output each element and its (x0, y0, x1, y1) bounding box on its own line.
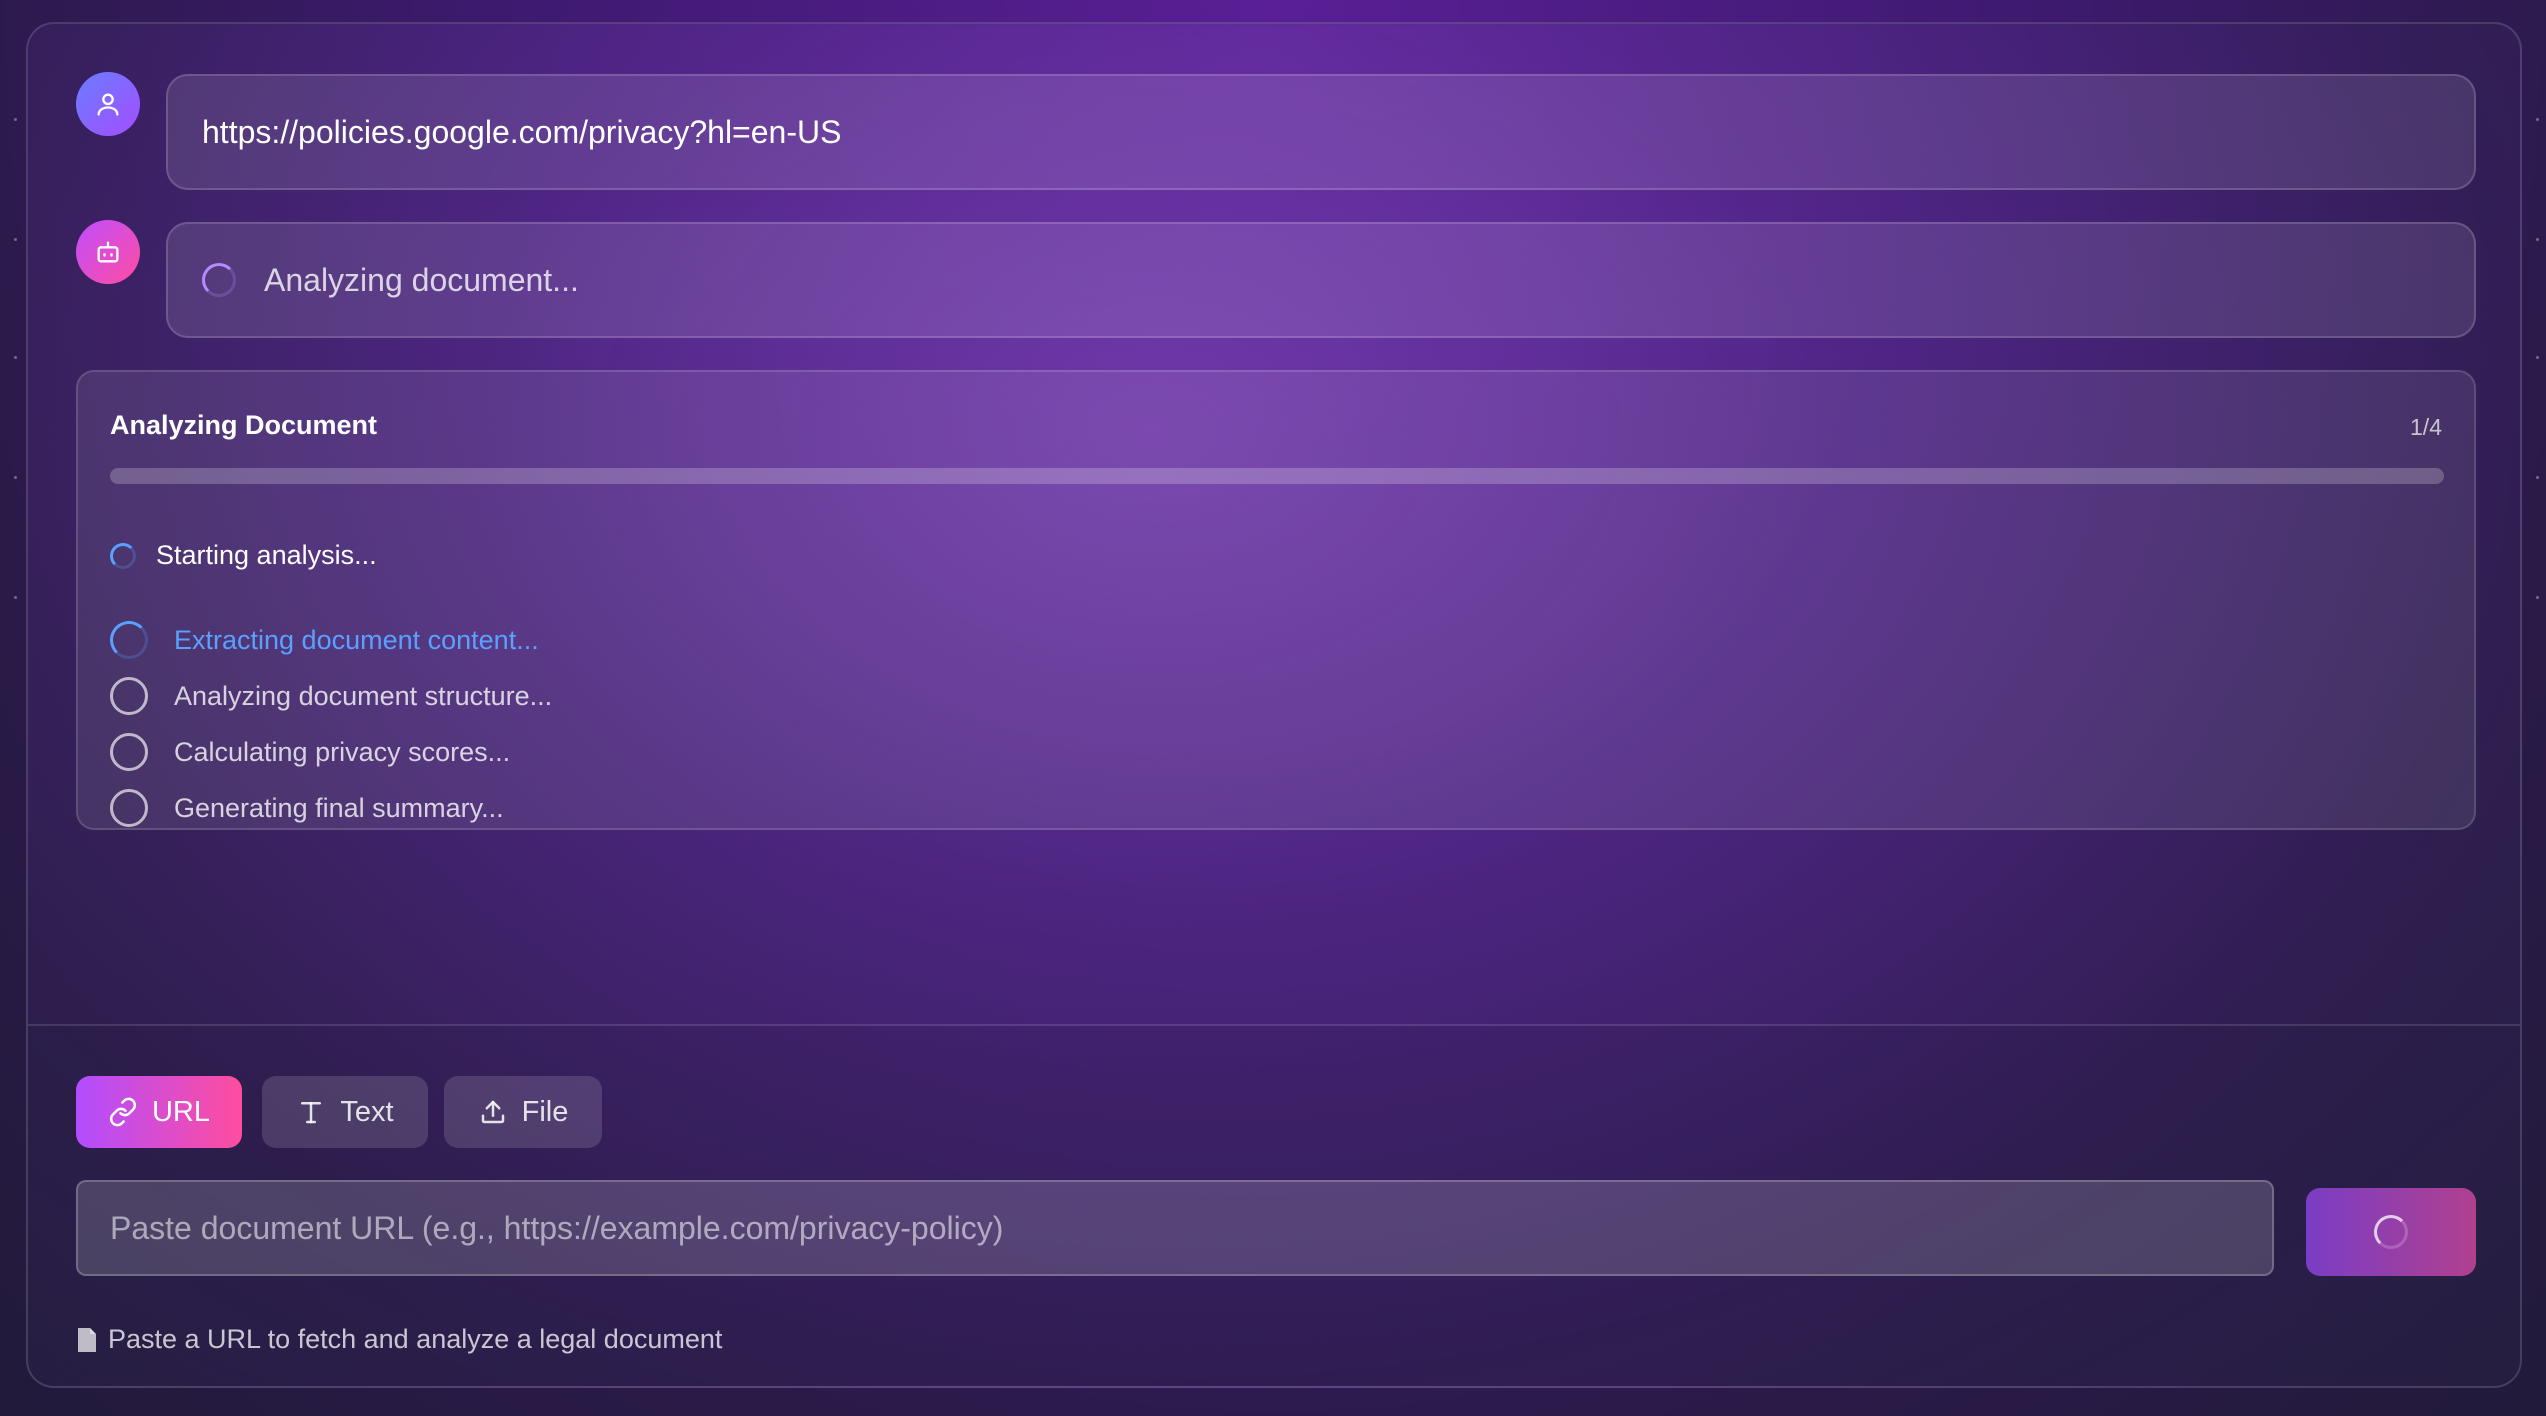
analysis-step-count: 1/4 (2410, 414, 2442, 440)
step-pending-circle-icon (110, 677, 148, 715)
tab-url[interactable]: URL (76, 1076, 242, 1148)
background-dot (2536, 356, 2539, 359)
analysis-progress-bar (110, 468, 2444, 484)
tab-file[interactable]: File (444, 1076, 602, 1148)
tab-file-label: File (521, 1095, 569, 1128)
step-spinner-icon (110, 621, 148, 659)
background-dot (14, 238, 17, 241)
bot-message-bubble: Analyzing document... (166, 222, 2476, 338)
url-input[interactable] (76, 1180, 2274, 1276)
background-dot (14, 118, 17, 121)
background-dot (2536, 238, 2539, 241)
analysis-step: Calculating privacy scores... (110, 724, 552, 780)
step-label: Analyzing document structure... (174, 680, 553, 711)
link-icon (109, 1097, 137, 1127)
step-label: Extracting document content... (174, 624, 539, 655)
tab-text-label: Text (340, 1095, 394, 1128)
current-status: Starting analysis... (110, 540, 377, 571)
loading-spinner-icon (202, 263, 236, 297)
step-label: Generating final summary... (174, 792, 504, 823)
background-dot (2536, 596, 2539, 599)
user-avatar (76, 72, 140, 136)
upload-icon (481, 1100, 504, 1124)
user-icon (97, 93, 119, 116)
loading-spinner-icon (2374, 1215, 2408, 1249)
analysis-steps-list: Extracting document content... Analyzing… (110, 612, 552, 836)
submit-button[interactable] (2306, 1188, 2476, 1276)
document-icon (78, 1327, 96, 1352)
analysis-step: Analyzing document structure... (110, 668, 552, 724)
background-dot (14, 356, 17, 359)
chat-panel: https://policies.google.com/privacy?hl=e… (26, 22, 2522, 1388)
text-icon (301, 1102, 322, 1124)
analysis-progress-card: Analyzing Document 1/4 Starting analysis… (76, 370, 2476, 830)
input-hint: Paste a URL to fetch and analyze a legal… (76, 1324, 722, 1355)
background-dot (14, 596, 17, 599)
step-pending-circle-icon (110, 789, 148, 827)
step-label: Calculating privacy scores... (174, 736, 511, 767)
user-message-text: https://policies.google.com/privacy?hl=e… (202, 113, 842, 150)
loading-spinner-icon (110, 542, 136, 569)
step-pending-circle-icon (110, 733, 148, 771)
tab-url-label: URL (151, 1095, 210, 1128)
current-status-text: Starting analysis... (156, 540, 377, 570)
bot-status-text: Analyzing document... (264, 261, 579, 298)
user-message-bubble: https://policies.google.com/privacy?hl=e… (166, 74, 2476, 190)
bot-icon (97, 241, 119, 263)
analysis-title: Analyzing Document (110, 410, 378, 440)
background-dot (14, 476, 17, 479)
bot-avatar (76, 220, 140, 284)
input-hint-text: Paste a URL to fetch and analyze a legal… (108, 1324, 723, 1354)
tab-text[interactable]: Text (262, 1076, 428, 1148)
background-dot (2536, 476, 2539, 479)
analysis-step: Extracting document content... (110, 612, 552, 668)
background-dot (2536, 118, 2539, 121)
analysis-step: Generating final summary... (110, 780, 552, 836)
